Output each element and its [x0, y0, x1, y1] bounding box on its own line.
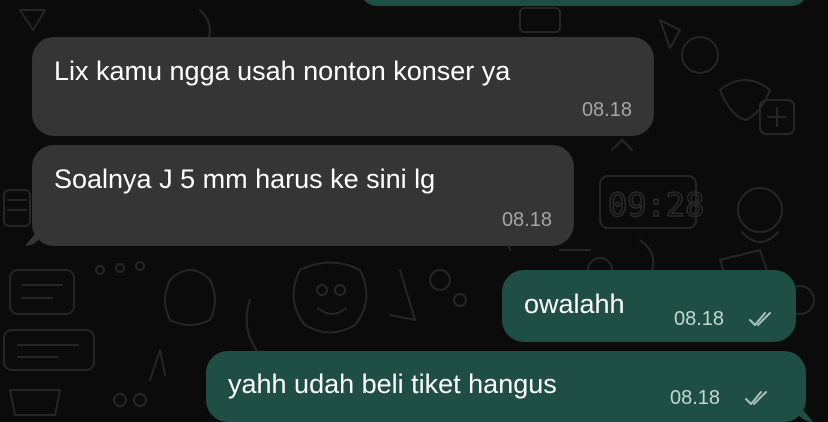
outgoing-message[interactable]: owalahh 08.18: [502, 270, 796, 342]
message-timestamp: 08.18: [581, 99, 632, 121]
double-check-icon: [749, 312, 771, 326]
message-timestamp: 08.18: [674, 308, 725, 330]
message-text: owalahh: [524, 289, 625, 319]
incoming-message[interactable]: Lix kamu ngga usah nonton konser ya 08.1…: [32, 37, 654, 136]
message-text: yahh udah beli tiket hangus: [228, 369, 557, 399]
message-text: Lix kamu ngga usah nonton konser ya: [54, 56, 511, 86]
message-timestamp: 08.18: [501, 209, 552, 231]
outgoing-message[interactable]: yahh udah beli tiket hangus 08.18: [206, 351, 813, 422]
svg-text:09:28: 09:28: [608, 186, 704, 224]
partial-outgoing-bubble: [360, 0, 808, 6]
chat-conversation: 09:28 Lix kamu ngga usah nonton konser y…: [0, 0, 828, 422]
incoming-message[interactable]: Soalnya J 5 mm harus ke sini lg 08.18: [25, 145, 574, 246]
message-text: Soalnya J 5 mm harus ke sini lg: [54, 164, 436, 194]
double-check-icon: [745, 391, 767, 405]
message-timestamp: 08.18: [670, 387, 721, 409]
